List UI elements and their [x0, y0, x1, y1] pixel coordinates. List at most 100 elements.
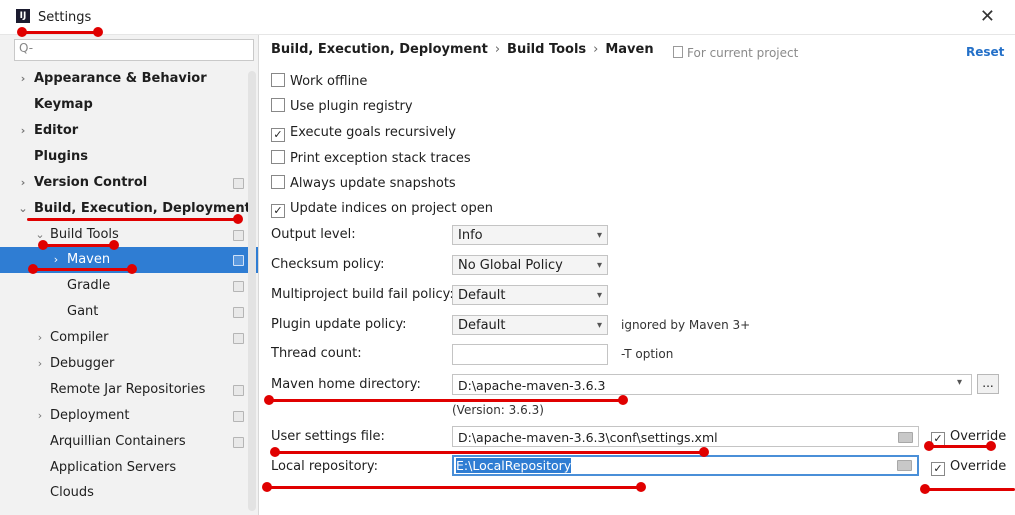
project-scope-icon	[233, 411, 244, 422]
chevron-right-icon[interactable]: ›	[35, 403, 45, 429]
sidebar-item-deployment[interactable]: › Deployment	[0, 403, 258, 429]
chevron-down-icon: ▾	[596, 230, 602, 241]
sidebar-item-appearance-behavior[interactable]: › Appearance & Behavior	[0, 66, 258, 92]
thread-count-label: Thread count:	[271, 346, 362, 361]
breadcrumb-item[interactable]: Build Tools	[507, 42, 586, 57]
document-icon	[673, 46, 683, 58]
execute-goals-recursively-checkbox[interactable]: ✓ Execute goals recursively	[271, 123, 456, 143]
intellij-app-icon: IJ	[16, 9, 30, 23]
browse-maven-home-button[interactable]: ...	[977, 374, 999, 394]
checksum-policy-select[interactable]: No Global Policy ▾	[452, 255, 608, 275]
annotation-underline	[266, 486, 644, 489]
checkbox-box[interactable]	[271, 175, 285, 189]
maven-home-input[interactable]: D:\apache-maven-3.6.3	[452, 374, 972, 395]
sidebar-item-gradle[interactable]: Gradle	[0, 273, 258, 299]
use-plugin-registry-checkbox[interactable]: Use plugin registry	[271, 97, 413, 117]
folder-icon[interactable]	[897, 460, 912, 471]
sidebar-item-label: Gradle	[67, 278, 111, 293]
update-indices-checkbox[interactable]: ✓ Update indices on project open	[271, 199, 493, 219]
chevron-right-icon[interactable]: ›	[35, 351, 45, 377]
sidebar-item-label: Keymap	[34, 97, 93, 112]
project-scope-icon	[233, 255, 244, 266]
sidebar-item-plugins[interactable]: Plugins	[0, 144, 258, 170]
checksum-policy-label: Checksum policy:	[271, 257, 385, 272]
annotation-dot	[986, 441, 996, 451]
settings-sidebar: Q- › Appearance & Behavior Keymap › Edit…	[0, 35, 259, 515]
checkbox-box[interactable]	[271, 98, 285, 112]
chevron-down-icon[interactable]: ▾	[957, 377, 962, 388]
sidebar-item-clouds[interactable]: Clouds	[0, 480, 258, 506]
multiproject-fail-policy-select[interactable]: Default ▾	[452, 285, 608, 305]
checkbox-label: Print exception stack traces	[290, 151, 471, 166]
project-scope-icon	[233, 307, 244, 318]
user-settings-value: D:\apache-maven-3.6.3\conf\settings.xml	[458, 430, 718, 445]
sidebar-item-label: Version Control	[34, 175, 148, 190]
search-icon: Q-	[19, 41, 34, 55]
chevron-right-icon[interactable]: ›	[35, 325, 45, 351]
checkbox-label: Execute goals recursively	[290, 125, 456, 140]
print-exception-stack-traces-checkbox[interactable]: Print exception stack traces	[271, 149, 471, 169]
for-current-project-label: For current project	[687, 46, 799, 60]
sidebar-item-debugger[interactable]: › Debugger	[0, 351, 258, 377]
user-settings-input[interactable]: D:\apache-maven-3.6.3\conf\settings.xml	[452, 426, 919, 447]
sidebar-item-label: Arquillian Containers	[50, 434, 186, 449]
sidebar-item-label: Editor	[34, 123, 79, 138]
output-level-select[interactable]: Info ▾	[452, 225, 608, 245]
local-repository-override-checkbox[interactable]: ✓ Override	[931, 457, 1006, 477]
annotation-underline	[274, 451, 708, 454]
checkbox-box[interactable]	[271, 73, 285, 87]
sidebar-item-label: Application Servers	[50, 460, 177, 475]
reset-link[interactable]: Reset	[966, 45, 1004, 59]
thread-count-input[interactable]	[452, 344, 608, 365]
chevron-right-icon[interactable]: ›	[18, 170, 28, 196]
checkmark-icon[interactable]: ✓	[931, 462, 945, 476]
close-button[interactable]: ✕	[980, 6, 995, 27]
checkbox-label: Always update snapshots	[290, 176, 456, 191]
thread-count-hint: -T option	[621, 347, 674, 361]
checkmark-icon[interactable]: ✓	[271, 128, 285, 142]
sidebar-item-gant[interactable]: Gant	[0, 299, 258, 325]
always-update-snapshots-checkbox[interactable]: Always update snapshots	[271, 174, 456, 194]
sidebar-item-arquillian-containers[interactable]: Arquillian Containers	[0, 429, 258, 455]
annotation-dot	[920, 484, 930, 494]
project-scope-icon	[233, 178, 244, 189]
maven-version-text: (Version: 3.6.3)	[452, 403, 544, 417]
sidebar-item-label: Plugins	[34, 149, 88, 164]
annotation-dot	[699, 447, 709, 457]
select-value: Default	[458, 288, 506, 303]
project-scope-icon	[233, 385, 244, 396]
annotation-dot	[636, 482, 646, 492]
chevron-down-icon: ▾	[596, 260, 602, 271]
sidebar-item-compiler[interactable]: › Compiler	[0, 325, 258, 351]
settings-search-input[interactable]: Q-	[14, 39, 254, 61]
sidebar-item-label: Clouds	[50, 485, 94, 500]
maven-home-label: Maven home directory:	[271, 377, 421, 392]
checkbox-label: Work offline	[290, 74, 368, 89]
sidebar-item-label: Gant	[67, 304, 99, 319]
chevron-right-icon[interactable]: ›	[18, 66, 28, 92]
annotation-underline	[928, 445, 994, 448]
local-repository-input[interactable]: E:\LocalRepository	[452, 455, 919, 476]
annotation-dot	[38, 240, 48, 250]
checkmark-icon[interactable]: ✓	[271, 204, 285, 218]
breadcrumb: Build, Execution, Deployment › Build Tools…	[271, 42, 654, 57]
sidebar-item-label: Remote Jar Repositories	[50, 382, 206, 397]
work-offline-checkbox[interactable]: Work offline	[271, 72, 367, 92]
sidebar-item-keymap[interactable]: Keymap	[0, 92, 258, 118]
sidebar-scrollbar[interactable]	[248, 71, 256, 511]
annotation-underline	[40, 244, 118, 247]
sidebar-item-application-servers[interactable]: Application Servers	[0, 455, 258, 481]
breadcrumb-item[interactable]: Build, Execution, Deployment	[271, 42, 488, 57]
chevron-right-icon[interactable]: ›	[18, 118, 28, 144]
sidebar-item-label: Compiler	[50, 330, 109, 345]
project-scope-icon	[233, 281, 244, 292]
select-value: Info	[458, 228, 483, 243]
annotation-dot	[924, 441, 934, 451]
multiproject-fail-policy-label: Multiproject build fail policy:	[271, 287, 454, 302]
folder-icon[interactable]	[898, 432, 913, 443]
checkbox-box[interactable]	[271, 150, 285, 164]
sidebar-item-remote-jar-repositories[interactable]: Remote Jar Repositories	[0, 377, 258, 403]
sidebar-item-editor[interactable]: › Editor	[0, 118, 258, 144]
sidebar-item-version-control[interactable]: › Version Control	[0, 170, 258, 196]
plugin-update-policy-select[interactable]: Default ▾	[452, 315, 608, 335]
